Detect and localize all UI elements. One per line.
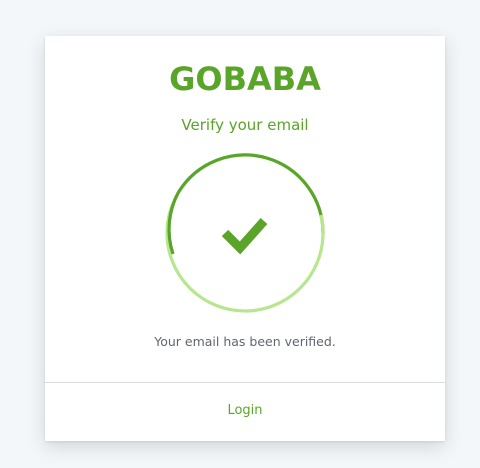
login-link[interactable]: Login xyxy=(45,402,445,420)
verification-card: GOBABA Verify your email Your email has … xyxy=(45,36,445,441)
ring-arc-left xyxy=(167,191,181,255)
page-title: Verify your email xyxy=(181,116,309,134)
verified-status-ring xyxy=(164,152,326,314)
ring-arc-start xyxy=(177,153,325,234)
progress-ring xyxy=(165,153,325,313)
check-icon xyxy=(221,218,268,255)
divider xyxy=(45,382,445,383)
brand-logo: GOBABA xyxy=(169,60,321,98)
verification-message: Your email has been verified. xyxy=(154,334,336,349)
